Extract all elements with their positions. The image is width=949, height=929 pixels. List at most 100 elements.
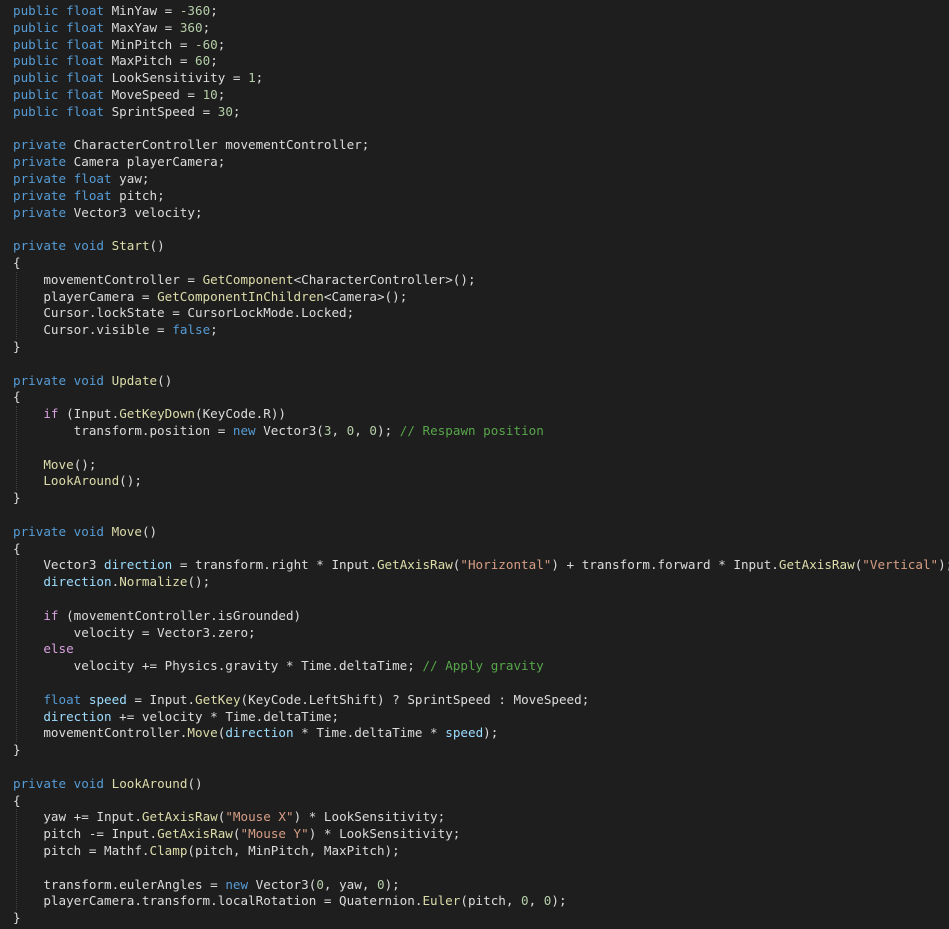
- code-line[interactable]: if (movementController.isGrounded): [13, 608, 301, 625]
- code-token: private: [13, 171, 67, 186]
- code-line[interactable]: pitch = Mathf.Clamp(pitch, MinPitch, Max…: [13, 843, 399, 860]
- code-line[interactable]: {: [13, 255, 21, 272]
- code-line[interactable]: private void Update(): [13, 373, 172, 390]
- code-line[interactable]: private float yaw;: [13, 171, 150, 188]
- code-line[interactable]: public float SprintSpeed = 30;: [13, 104, 241, 121]
- code-token: float: [73, 187, 112, 203]
- code-token: ();: [73, 456, 97, 472]
- code-token: GetComponentInChildren: [157, 288, 324, 304]
- code-token: else: [43, 641, 74, 657]
- code-token: public: [13, 70, 59, 86]
- code-line[interactable]: transform.eulerAngles = new Vector3(0, y…: [13, 876, 399, 894]
- code-line[interactable]: velocity += Physics.gravity * Time.delta…: [13, 658, 544, 675]
- code-line[interactable]: Move();: [13, 457, 96, 474]
- code-token: (pitch,: [460, 893, 522, 909]
- code-token: "Mouse Y": [240, 826, 309, 842]
- code-line[interactable]: }: [13, 339, 21, 356]
- code-line[interactable]: transform.position = new Vector3(3, 0, 0…: [13, 423, 544, 440]
- code-line[interactable]: public float MoveSpeed = 10;: [13, 87, 225, 104]
- code-line[interactable]: public float MinPitch = -60;: [13, 37, 225, 54]
- code-line[interactable]: {: [13, 389, 21, 406]
- code-line[interactable]: }: [13, 910, 21, 927]
- code-token: <Camera>();: [323, 288, 408, 304]
- code-line[interactable]: {: [13, 793, 21, 810]
- indent-guide: [16, 271, 17, 339]
- code-line[interactable]: movementController = GetComponent<Charac…: [13, 271, 475, 289]
- code-token: ();: [119, 473, 142, 489]
- code-line[interactable]: {: [13, 541, 21, 558]
- code-token: LookAround: [43, 473, 120, 489]
- code-token: void: [73, 775, 105, 791]
- code-line[interactable]: public float LookSensitivity = 1;: [13, 70, 263, 87]
- code-line[interactable]: velocity = Vector3.zero;: [13, 625, 256, 642]
- code-line[interactable]: private float pitch;: [13, 188, 165, 205]
- code-token: ;: [210, 322, 218, 338]
- code-line[interactable]: playerCamera = GetComponentInChildren<Ca…: [13, 289, 407, 306]
- code-line[interactable]: private CharacterController movementCont…: [13, 137, 369, 154]
- code-token: void: [73, 523, 105, 539]
- code-token: Vector3(: [248, 876, 317, 892]
- code-token: direction: [43, 708, 112, 724]
- code-line[interactable]: }: [13, 490, 21, 507]
- code-token: );: [938, 557, 949, 573]
- code-token: ) * LookSensitivity;: [308, 826, 461, 842]
- code-line[interactable]: }: [13, 742, 21, 759]
- code-token: 10: [202, 87, 218, 102]
- code-token: GetKeyDown: [119, 406, 196, 422]
- code-token: (KeyCode.LeftShift) ? SprintSpeed : Move…: [240, 691, 590, 707]
- code-line[interactable]: yaw += Input.GetAxisRaw("Mouse X") * Loo…: [13, 809, 445, 826]
- code-token: public: [13, 19, 59, 35]
- indent-guide: [16, 406, 17, 491]
- code-token: MinPitch =: [104, 36, 196, 52]
- code-token: float: [66, 53, 105, 69]
- code-line[interactable]: movementController.Move(direction * Time…: [13, 725, 498, 742]
- code-token: public: [13, 36, 59, 52]
- code-line[interactable]: private void LookAround(): [13, 776, 203, 793]
- code-token: ) + transform.forward * Input.: [551, 557, 779, 573]
- code-token: Move: [111, 523, 142, 539]
- code-editor[interactable]: public float MinYaw = -360; public float …: [0, 0, 949, 929]
- code-line[interactable]: Vector3 direction = transform.right * In…: [13, 557, 949, 574]
- code-token: (): [149, 238, 165, 254]
- code-line[interactable]: pitch -= Input.GetAxisRaw("Mouse Y") * L…: [13, 826, 460, 843]
- code-line[interactable]: private Camera playerCamera;: [13, 154, 225, 171]
- code-token: Update: [111, 372, 158, 388]
- code-token: "Mouse X": [225, 809, 294, 825]
- code-line[interactable]: Cursor.visible = false;: [13, 322, 218, 339]
- code-line[interactable]: private void Start(): [13, 238, 165, 255]
- code-line[interactable]: direction += velocity * Time.deltaTime;: [13, 709, 339, 726]
- code-token: void: [73, 372, 105, 388]
- code-line[interactable]: Cursor.lockState = CursorLockMode.Locked…: [13, 305, 354, 322]
- code-line[interactable]: direction.Normalize();: [13, 574, 210, 591]
- code-line[interactable]: playerCamera.transform.localRotation = Q…: [13, 893, 566, 910]
- code-token: ,: [331, 423, 347, 438]
- code-line[interactable]: float speed = Input.GetKey(KeyCode.LeftS…: [13, 692, 589, 709]
- code-token: }: [13, 339, 21, 354]
- code-line[interactable]: LookAround();: [13, 473, 142, 490]
- code-line[interactable]: else: [13, 641, 74, 658]
- code-token: // Respawn position: [399, 423, 544, 438]
- code-token: {: [13, 792, 21, 808]
- code-token: float: [66, 19, 105, 35]
- code-token: GetComponent: [202, 271, 294, 287]
- code-token: -360: [179, 3, 211, 18]
- code-line[interactable]: if (Input.GetKeyDown(KeyCode.R)): [13, 406, 286, 423]
- code-token: transform.position =: [13, 423, 233, 438]
- code-line[interactable]: private Vector3 velocity;: [13, 205, 203, 222]
- code-line[interactable]: public float MaxYaw = 360;: [13, 20, 210, 37]
- code-line[interactable]: public float MinYaw = -360;: [13, 3, 218, 20]
- code-line[interactable]: private void Move(): [13, 524, 157, 541]
- code-token: GetAxisRaw: [376, 557, 453, 573]
- code-line[interactable]: public float MaxPitch = 60;: [13, 53, 218, 70]
